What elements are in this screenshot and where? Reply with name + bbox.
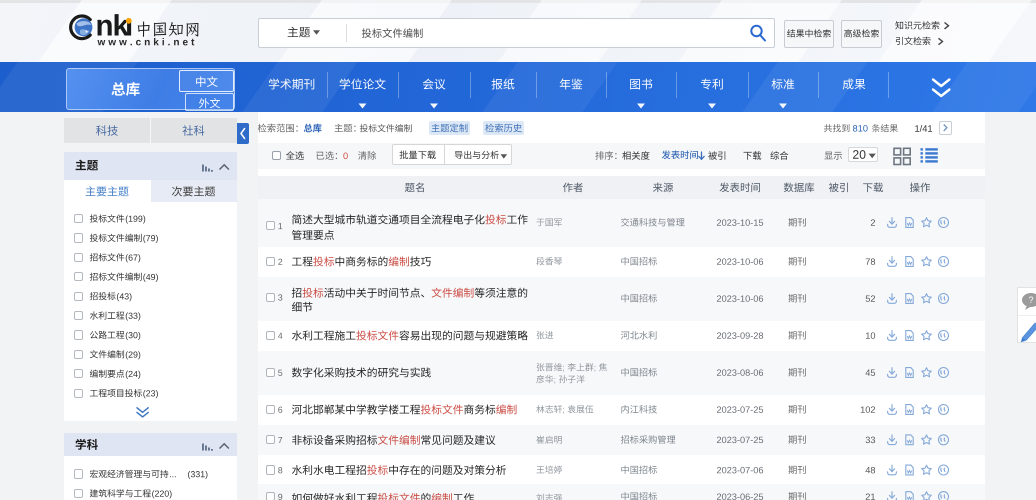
svg-text:?: ? (1028, 295, 1033, 305)
